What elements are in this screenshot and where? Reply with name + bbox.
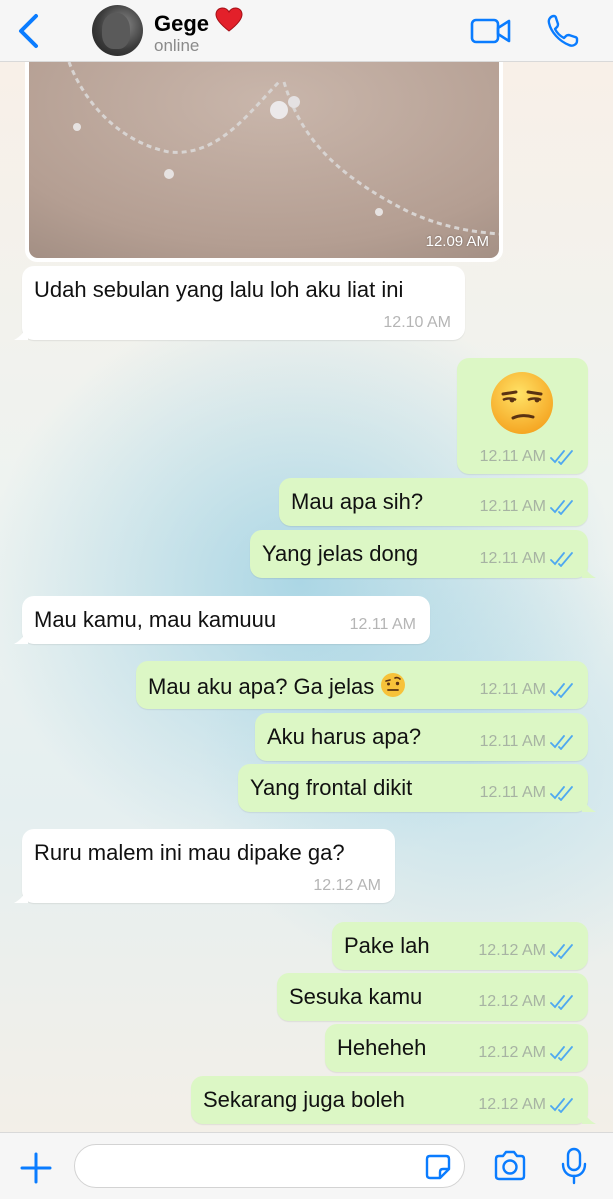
message-bubble[interactable]: Mau aku apa? Ga jelas 12.11 AM: [136, 661, 588, 709]
message-time: 12.11 AM: [479, 498, 546, 515]
message-text: Mau apa sih?: [291, 489, 424, 514]
message-bubble[interactable]: Aku harus apa? 12.11 AM: [255, 713, 588, 761]
unamused-face-icon: [489, 370, 555, 441]
message-input[interactable]: [74, 1144, 465, 1188]
message-time: 12.12 AM: [478, 993, 546, 1010]
bubble-tail: [582, 798, 596, 812]
message-text: Sesuka kamu: [289, 984, 423, 1009]
message-meta: 12.11 AM: [480, 733, 574, 751]
read-ticks-icon: [550, 500, 573, 515]
message-time: 12.10 AM: [383, 314, 451, 331]
read-ticks-icon: [550, 995, 573, 1010]
message-meta: 12.11 AM: [480, 550, 574, 568]
message-bubble[interactable]: Pake lah 12.12 AM: [332, 922, 588, 970]
sticker-icon[interactable]: [424, 1153, 452, 1181]
read-ticks-icon: [550, 735, 573, 750]
message-meta: 12.11 AM: [480, 681, 574, 699]
message-meta: 12.10 AM: [383, 314, 451, 332]
chevron-left-icon[interactable]: [14, 12, 44, 50]
bubble-tail: [582, 1110, 596, 1124]
message-text: Yang frontal dikit: [250, 775, 413, 800]
message-meta: 12.12 AM: [478, 1096, 574, 1114]
message-meta: 12.11 AM: [480, 498, 574, 516]
microphone-icon[interactable]: [560, 1146, 588, 1186]
message-bubble[interactable]: Mau kamu, mau kamuuu 12.11 AM: [14, 596, 430, 644]
message-meta: 12.11 AM: [480, 448, 574, 466]
message-text: Sekarang juga boleh: [203, 1087, 405, 1112]
message-text: Pake lah: [344, 933, 430, 958]
message-time: 12.12 AM: [478, 1096, 546, 1113]
camera-icon[interactable]: [492, 1149, 528, 1183]
message-bubble[interactable]: Udah sebulan yang lalu loh aku liat ini …: [14, 266, 465, 340]
image-message[interactable]: 12.09 AM: [25, 62, 503, 262]
read-ticks-icon: [550, 552, 573, 567]
composer-bar: [0, 1132, 613, 1199]
message-text: Aku harus apa?: [267, 724, 422, 749]
message-bubble[interactable]: 12.11 AM: [457, 358, 588, 474]
message-text: Udah sebulan yang lalu loh aku liat ini: [34, 277, 404, 302]
bubble-tail: [582, 564, 596, 578]
message-meta: 12.12 AM: [478, 1044, 574, 1062]
read-ticks-icon: [550, 683, 573, 698]
message-meta: 12.11 AM: [480, 784, 574, 802]
contact-status: online: [154, 36, 200, 55]
message-bubble[interactable]: Sesuka kamu 12.12 AM: [277, 973, 588, 1021]
bubble-tail: [14, 889, 28, 903]
contact-name[interactable]: Gege: [154, 7, 243, 39]
message-text: Mau kamu, mau kamuuu: [34, 607, 277, 632]
message-meta: 12.12 AM: [478, 942, 574, 960]
message-time: 12.11 AM: [479, 784, 546, 801]
face-with-raised-eyebrow-icon: [380, 672, 406, 704]
read-ticks-icon: [550, 944, 573, 959]
read-ticks-icon: [550, 1046, 573, 1061]
read-ticks-icon: [550, 450, 573, 465]
message-bubble[interactable]: Yang frontal dikit 12.11 AM: [238, 764, 596, 812]
message-time: 12.09 AM: [425, 233, 489, 250]
message-bubble[interactable]: Mau apa sih? 12.11 AM: [279, 478, 588, 526]
message-time: 12.11 AM: [479, 448, 546, 465]
bubble-tail: [14, 630, 28, 644]
red-heart-icon: [215, 7, 243, 39]
message-meta: 12.11 AM: [350, 616, 416, 634]
message-meta: 12.12 AM: [313, 877, 381, 895]
message-time: 12.11 AM: [349, 616, 416, 633]
read-ticks-icon: [550, 786, 573, 801]
message-time: 12.11 AM: [479, 733, 546, 750]
bubble-tail: [14, 326, 28, 340]
message-bubble[interactable]: Yang jelas dong 12.11 AM: [250, 530, 596, 578]
video-camera-icon[interactable]: [470, 15, 512, 47]
message-text: Mau aku apa? Ga jelas: [148, 672, 406, 704]
chat-photo[interactable]: 12.09 AM: [29, 62, 499, 258]
message-time: 12.11 AM: [479, 681, 546, 698]
avatar[interactable]: [92, 5, 143, 56]
message-time: 12.12 AM: [478, 942, 546, 959]
message-time: 12.12 AM: [478, 1044, 546, 1061]
chat-header: Gege online: [0, 0, 613, 62]
message-time: 12.11 AM: [479, 550, 546, 567]
message-bubble[interactable]: Ruru malem ini mau dipake ga? 12.12 AM: [14, 829, 395, 903]
read-ticks-icon: [550, 1098, 573, 1113]
plus-icon[interactable]: [18, 1150, 54, 1186]
message-text: Heheheh: [337, 1035, 427, 1060]
phone-icon[interactable]: [546, 13, 580, 49]
message-bubble[interactable]: Heheheh 12.12 AM: [325, 1024, 588, 1072]
message-time: 12.12 AM: [313, 877, 381, 894]
message-text: Yang jelas dong: [262, 541, 419, 566]
message-bubble[interactable]: Sekarang juga boleh 12.12 AM: [191, 1076, 596, 1124]
message-meta: 12.12 AM: [478, 993, 574, 1011]
message-text: Ruru malem ini mau dipake ga?: [34, 840, 345, 865]
